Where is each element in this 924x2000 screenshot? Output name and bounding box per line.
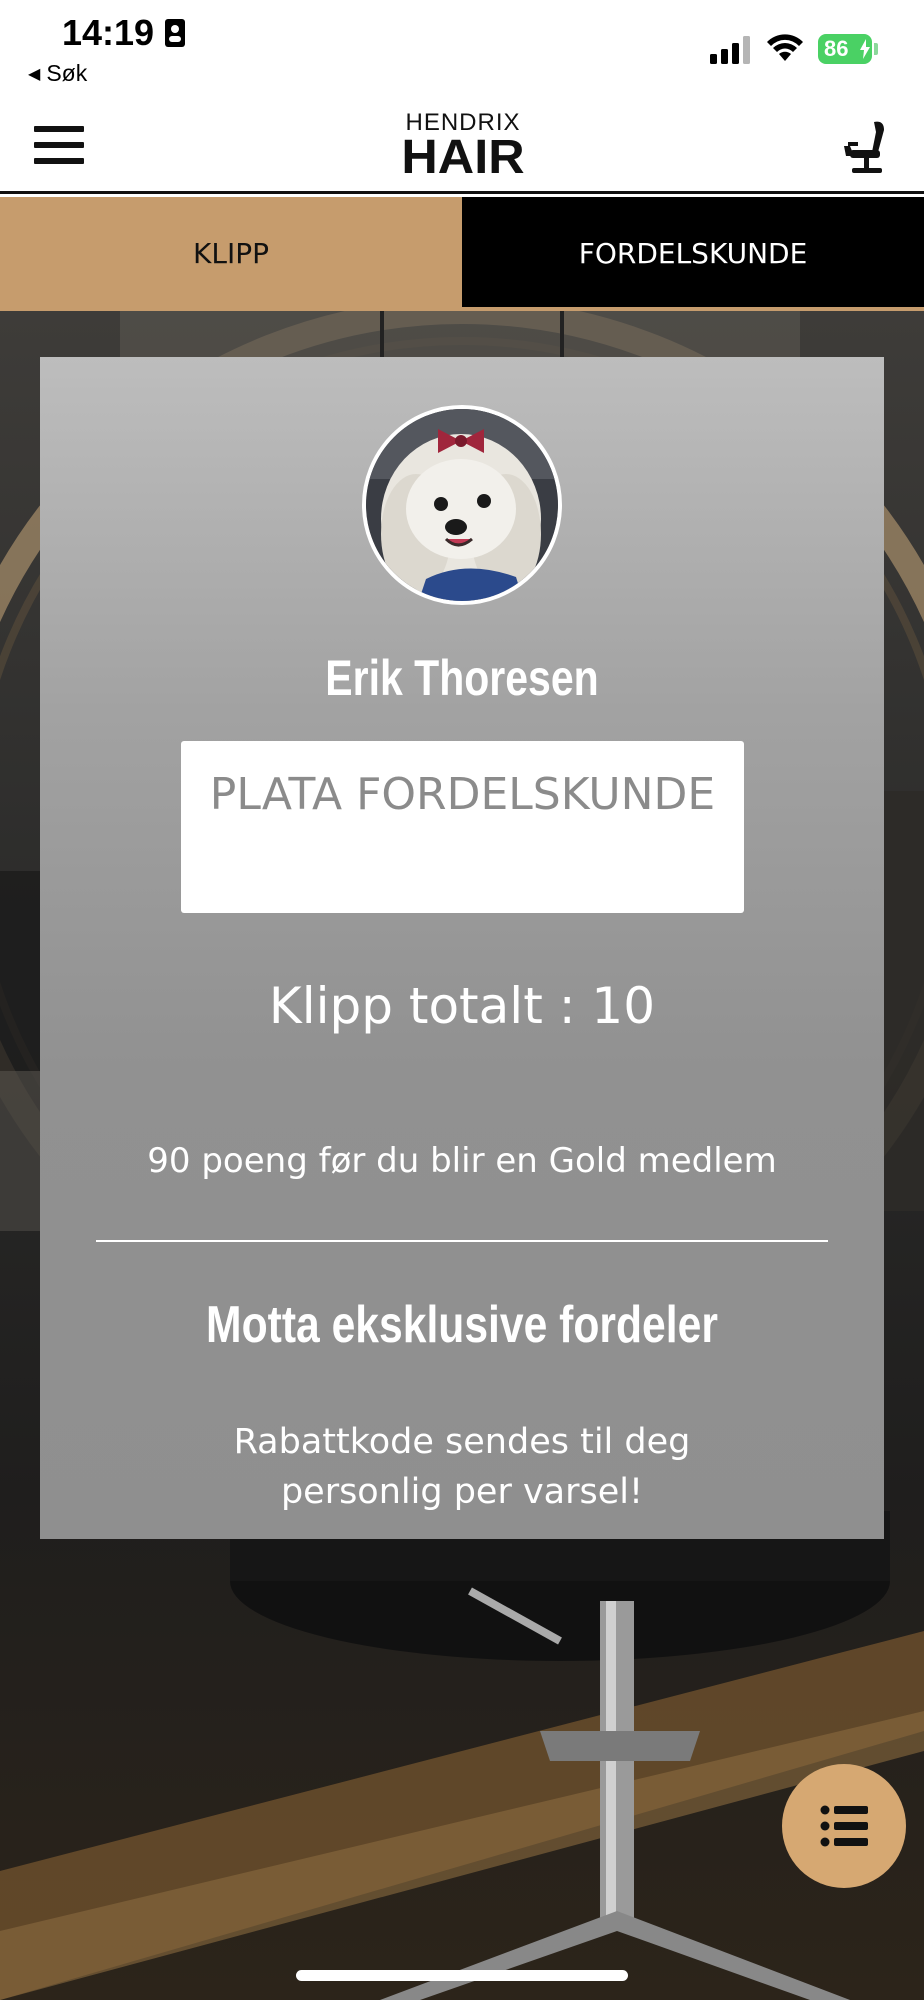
benefits-heading: Motta eksklusive fordeler (206, 1296, 718, 1354)
member-name: Erik Thoresen (325, 650, 599, 706)
home-indicator[interactable] (296, 1970, 628, 1981)
tab-bar: KLIPP FORDELSKUNDE (0, 197, 924, 311)
list-fab-button[interactable] (782, 1764, 906, 1888)
charging-bolt-icon (860, 39, 870, 59)
battery-level: 86 (824, 36, 849, 61)
battery-tip (874, 43, 878, 55)
card-divider (96, 1240, 828, 1242)
benefits-text: Rabattkode sendes til deg personlig per … (233, 1422, 691, 1512)
total-visits: Klipp totalt : 10 (268, 977, 656, 1035)
profile-avatar[interactable] (362, 405, 562, 605)
membership-card: Erik Thoresen PLATA FORDELSKUNDE Klipp t… (40, 357, 884, 1539)
points-info: 90 poeng før du blir en Gold medlem (147, 1141, 777, 1181)
tab-klipp[interactable]: KLIPP (0, 197, 462, 311)
hendrix-hair-logo: HENDRIX HAIR (398, 110, 528, 182)
status-time: 14:19 (62, 12, 155, 53)
back-to-search-link[interactable]: ◀ Søk (28, 60, 87, 87)
menu-icon[interactable] (34, 126, 86, 166)
barber-chair-icon[interactable] (834, 120, 890, 176)
membership-level-box: PLATA FORDELSKUNDE (181, 741, 744, 913)
signal-icon (710, 36, 750, 64)
battery-icon: 86 (818, 34, 872, 64)
status-bar: 14:19 ◀ Søk 86 (0, 0, 924, 96)
back-label: Søk (46, 60, 88, 86)
menu-line (34, 126, 84, 132)
list-icon (820, 1805, 868, 1847)
back-arrow-icon: ◀ (28, 66, 41, 83)
menu-line (34, 158, 84, 164)
dog-photo (366, 409, 558, 601)
menu-line (34, 142, 84, 148)
logo-bottom-text: HAIR (401, 131, 525, 184)
person-id-icon (165, 19, 185, 47)
app-header: HENDRIX HAIR (0, 96, 924, 194)
membership-level: PLATA FORDELSKUNDE (209, 769, 716, 820)
tab-fordelskunde[interactable]: FORDELSKUNDE (462, 197, 924, 311)
wifi-icon (767, 34, 803, 61)
